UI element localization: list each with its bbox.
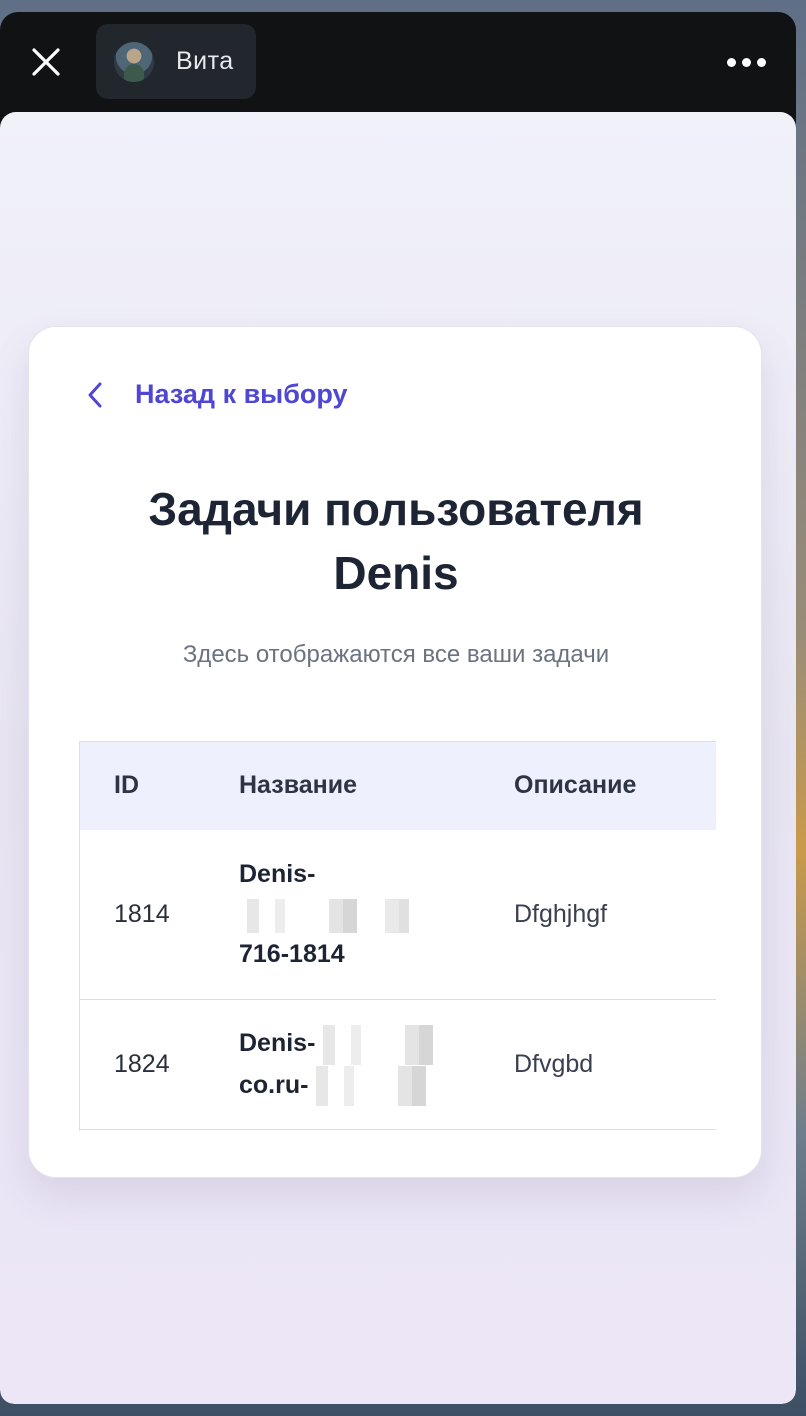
redacted-text (239, 898, 459, 933)
bot-name: Вита (176, 47, 234, 75)
tasks-table-container[interactable]: ID Название Описание 1814 Denis- 716-181… (79, 741, 716, 1131)
task-description: Dfvgbd (514, 1050, 594, 1078)
task-name-part: Denis- (239, 860, 316, 889)
task-name: Denis- co.ru- (205, 1000, 480, 1130)
title-username: Denis (333, 547, 459, 599)
back-link-label: Назад к выбору (135, 379, 348, 409)
top-bar: Вита (0, 12, 796, 112)
more-menu-button[interactable] (716, 48, 776, 76)
task-name-part: 716-1814 (239, 940, 345, 969)
title-line: Задачи пользователя (148, 483, 644, 535)
redacted-text (308, 1065, 429, 1106)
tasks-card: Назад к выбору Задачи пользователя Denis… (28, 326, 762, 1178)
web-view: Назад к выбору Задачи пользователя Denis… (0, 112, 796, 1404)
column-header-description: Описание (480, 741, 716, 830)
table-row[interactable]: 1814 Denis- 716-1814 Dfghjhgf (80, 830, 716, 1000)
column-header-name: Название (205, 741, 480, 830)
chevron-left-icon (88, 382, 102, 407)
page-title: Задачи пользователя Denis (29, 477, 763, 605)
more-icon-dot (741, 57, 751, 67)
task-name: Denis- 716-1814 (205, 830, 480, 1000)
back-to-selection-link[interactable]: Назад к выбору (85, 379, 348, 410)
table-header-row: ID Название Описание (80, 741, 716, 830)
app-window: Вита Назад к выбору Задачи пользователя … (0, 12, 796, 1404)
avatar (114, 41, 154, 82)
task-description: Dfghjhgf (514, 899, 608, 928)
more-icon (726, 57, 736, 67)
page-subtitle: Здесь отображаются все ваши задачи (182, 641, 610, 668)
bot-chip[interactable]: Вита (96, 24, 256, 99)
tasks-table: ID Название Описание 1814 Denis- 716-181… (80, 741, 716, 1130)
task-name-part: Denis- (239, 1029, 316, 1058)
more-icon-dot (756, 57, 766, 67)
column-header-id: ID (80, 741, 205, 830)
close-icon (32, 48, 60, 76)
redacted-text (315, 1024, 436, 1065)
close-button[interactable] (22, 40, 70, 84)
task-id: 1824 (114, 1050, 170, 1078)
table-row[interactable]: 1824 Denis- co.ru- Dfvgbd (80, 1000, 716, 1130)
task-id: 1814 (114, 899, 170, 928)
task-name-part: co.ru- (239, 1070, 309, 1099)
